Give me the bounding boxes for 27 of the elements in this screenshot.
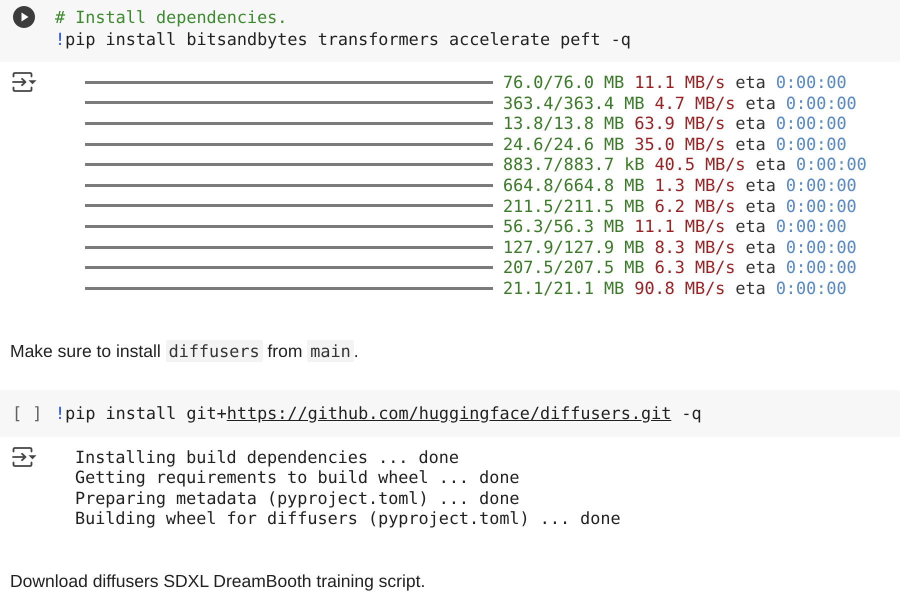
output-line: Installing build dependencies ... done (75, 446, 459, 468)
text-paragraph: Download diffusers SDXL DreamBooth training script. (10, 570, 426, 593)
execution-count: [ ] (12, 402, 42, 424)
text-paragraph: Make sure to install diffusers from main . (10, 338, 359, 364)
code-line: !pip install bitsandbytes transformers accelerate peft -q (55, 28, 631, 50)
progress-stats: 56.3/56.3 MB 11.1 MB/s eta 0:00:00 (503, 216, 847, 237)
progress-stats: 207.5/207.5 MB 6.3 MB/s eta 0:00:00 (503, 257, 857, 278)
code-line: # Install dependencies. (55, 6, 288, 28)
progress-stats: 127.9/127.9 MB 8.3 MB/s eta 0:00:00 (503, 236, 857, 258)
progress-stats: 883.7/883.7 kB 40.5 MB/s eta 0:00:00 (503, 154, 867, 175)
url-link[interactable]: https://github.com/huggingface/diffusers.git (226, 402, 672, 424)
output-line: Building wheel for diffusers (pyproject.toml) ... done (75, 508, 621, 529)
output-line: Preparing metadata (pyproject.toml) ... done (75, 488, 520, 508)
progress-stats: 76.0/76.0 MB 11.1 MB/s eta 0:00:00 (503, 72, 847, 93)
progress-stats: 363.4/363.4 MB 4.7 MB/s eta 0:00:00 (503, 92, 857, 114)
code-text: -q (680, 402, 702, 424)
progress-stats: 211.5/211.5 MB 6.2 MB/s eta 0:00:00 (503, 196, 857, 216)
output-line: Getting requirements to build wheel ... done (75, 467, 520, 488)
arrow-bracket-icon[interactable] (12, 72, 37, 92)
progress-stats: 13.8/13.8 MB 63.9 MB/s eta 0:00:00 (503, 113, 847, 134)
arrow-bracket-icon[interactable] (12, 446, 37, 467)
play-icon (13, 6, 35, 28)
progress-stats: 24.6/24.6 MB 35.0 MB/s eta 0:00:00 (503, 134, 847, 154)
code-text: !pip install git+ (55, 402, 227, 424)
progress-stats: 21.1/21.1 MB 90.8 MB/s eta 0:00:00 (503, 278, 847, 299)
run-button[interactable] (13, 6, 35, 28)
progress-stats: 664.8/664.8 MB 1.3 MB/s eta 0:00:00 (503, 174, 857, 196)
